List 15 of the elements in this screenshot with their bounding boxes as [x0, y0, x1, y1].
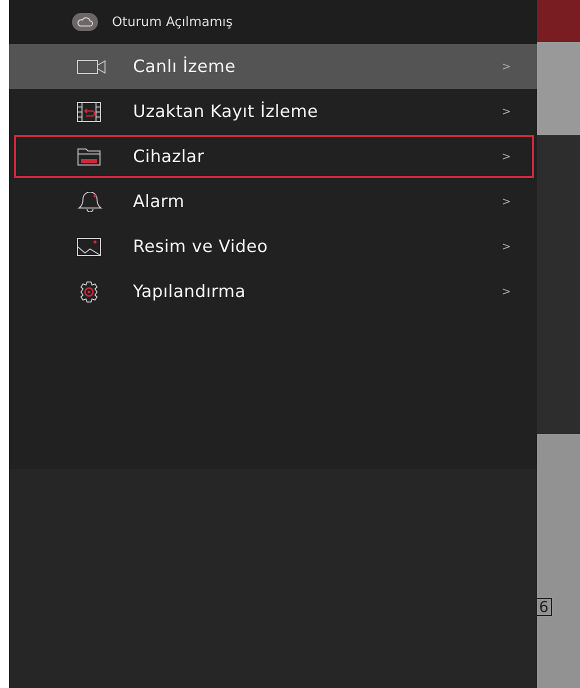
header-bar — [537, 0, 580, 42]
menu-item[interactable]: Resim ve Video > — [9, 224, 537, 269]
layout-label[interactable]: 6 — [537, 598, 552, 616]
menu-item[interactable]: Canlı İzeme > — [9, 44, 537, 89]
menu-item[interactable]: Uzaktan Kayıt İzleme > — [9, 89, 537, 134]
video-camera-icon — [77, 58, 107, 74]
menu-item[interactable]: Cihazlar > — [13, 134, 535, 179]
cloud-avatar-icon[interactable] — [72, 13, 98, 31]
film-playback-icon — [77, 102, 101, 122]
folder-icon — [77, 148, 101, 166]
account-status[interactable]: Oturum Açılmamış — [112, 14, 233, 30]
image-icon — [77, 238, 101, 256]
menu-item[interactable]: Alarm > — [9, 179, 537, 224]
menu-item[interactable]: Yapılandırma > — [9, 269, 537, 314]
bell-icon — [77, 192, 103, 212]
